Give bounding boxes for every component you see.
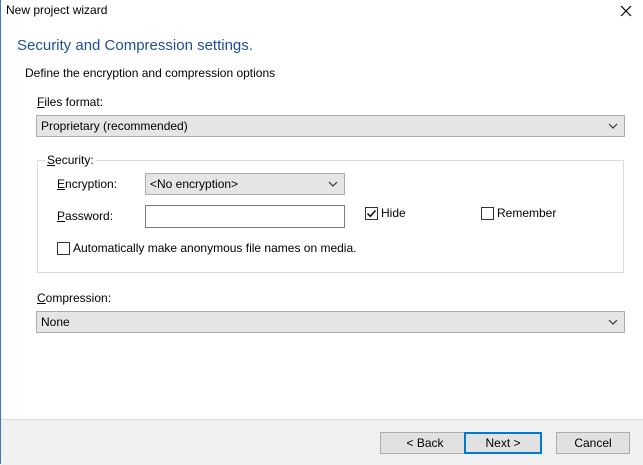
close-button[interactable] (608, 0, 643, 22)
chevron-down-icon (608, 319, 618, 325)
remember-label: Remember (497, 206, 557, 220)
compression-value: None (41, 315, 70, 329)
checkmark-icon (367, 210, 377, 218)
password-label: Password: (57, 209, 114, 223)
encryption-label: Encryption: (57, 177, 118, 191)
security-group-label: Security: (45, 153, 96, 167)
hide-checkbox[interactable] (365, 207, 378, 220)
cancel-button[interactable]: Cancel (556, 432, 630, 454)
wizard-footer: < Back Next > Cancel (1, 419, 643, 465)
close-icon (620, 5, 632, 17)
title-bar: New project wizard (1, 0, 643, 22)
back-button[interactable]: < Back (380, 432, 470, 454)
remember-checkbox[interactable] (481, 207, 494, 220)
compression-select[interactable]: None (36, 311, 625, 333)
password-input[interactable] (145, 205, 345, 228)
wizard-window: New project wizard Security and Compress… (0, 0, 643, 465)
anonymous-filenames-label: Automatically make anonymous file names … (73, 241, 357, 255)
hide-label: Hide (381, 206, 406, 220)
page-heading: Security and Compression settings. (17, 37, 253, 54)
encryption-select[interactable]: <No encryption> (145, 173, 345, 195)
files-format-value: Proprietary (recommended) (41, 119, 188, 133)
chevron-down-icon (608, 123, 618, 129)
files-format-select[interactable]: Proprietary (recommended) (36, 115, 625, 137)
anonymous-filenames-checkbox[interactable] (57, 242, 70, 255)
page-subheading: Define the encryption and compression op… (25, 66, 276, 80)
compression-label: Compression: (37, 291, 112, 305)
next-button[interactable]: Next > (464, 432, 542, 454)
window-title: New project wizard (6, 3, 108, 17)
chevron-down-icon (328, 181, 338, 187)
files-format-label: Files format: (37, 95, 104, 109)
encryption-value: <No encryption> (150, 177, 239, 191)
